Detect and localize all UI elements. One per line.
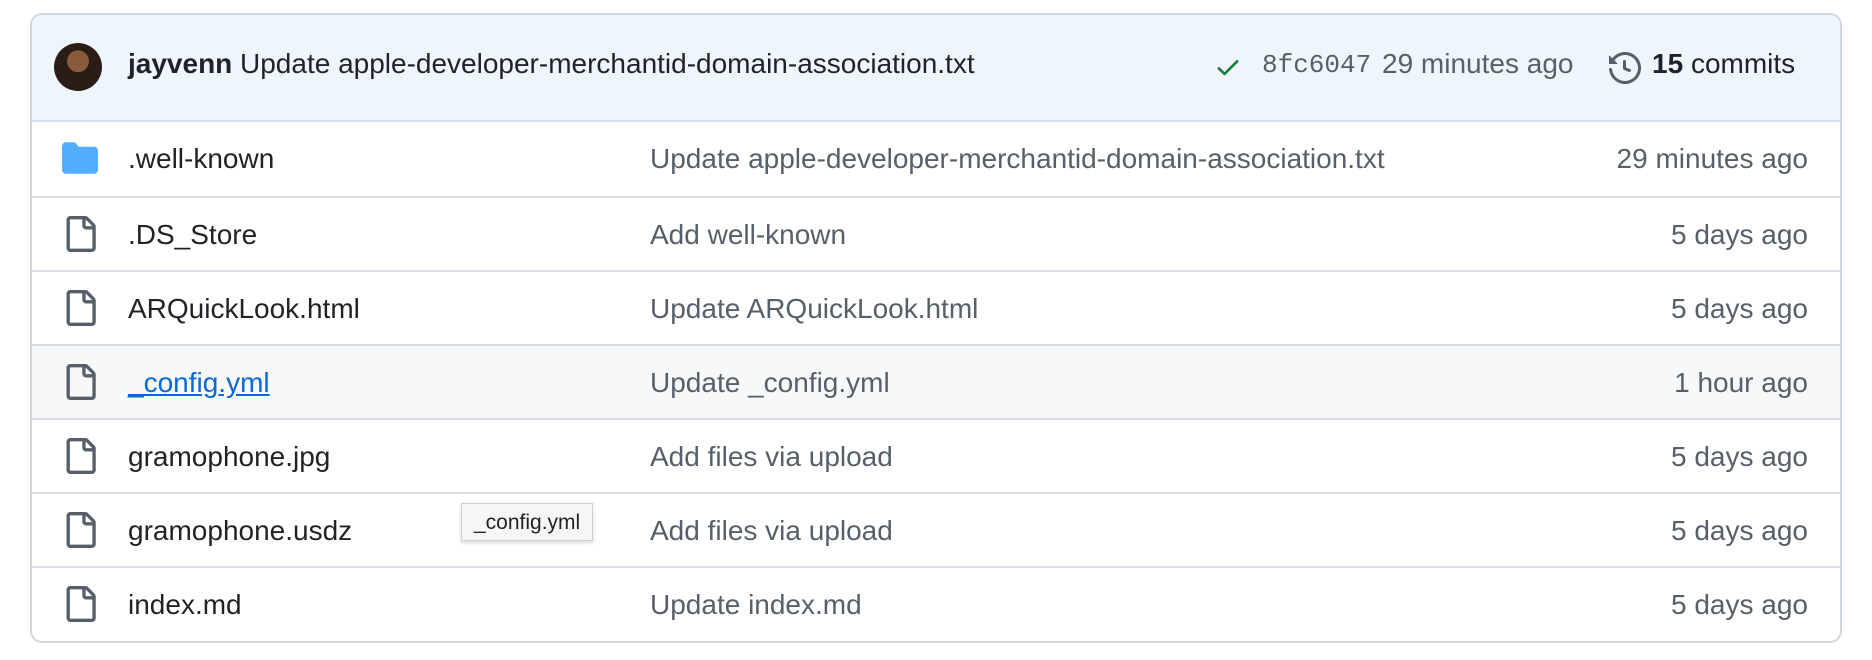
file-icon <box>66 290 96 326</box>
file-browser: jayvenn Update apple-developer-merchanti… <box>30 13 1842 643</box>
file-commit-message[interactable]: Update _config.yml <box>650 367 890 399</box>
file-name[interactable]: ARQuickLook.html <box>128 293 360 325</box>
file-row[interactable]: .DS_Store Add well-known 5 days ago <box>32 196 1840 270</box>
file-icon <box>66 438 96 474</box>
file-name[interactable]: .well-known <box>128 143 274 175</box>
file-name[interactable]: _config.yml <box>128 367 270 399</box>
file-commit-age: 1 hour ago <box>1674 367 1808 398</box>
author-avatar[interactable] <box>54 43 102 91</box>
file-commit-age: 5 days ago <box>1671 219 1808 250</box>
latest-commit-bar: jayvenn Update apple-developer-merchanti… <box>32 15 1840 122</box>
file-commit-age: 5 days ago <box>1671 293 1808 324</box>
commits-link[interactable]: 15 commits <box>1652 48 1795 80</box>
commit-sha[interactable]: 8fc6047 <box>1262 50 1371 80</box>
file-commit-message[interactable]: Update apple-developer-merchantid-domain… <box>650 143 1385 175</box>
file-icon <box>66 364 96 400</box>
file-commit-message[interactable]: Update index.md <box>650 589 862 621</box>
commits-label: commits <box>1690 48 1796 79</box>
history-icon[interactable] <box>1609 52 1641 84</box>
file-commit-age: 5 days ago <box>1671 515 1808 546</box>
file-name[interactable]: .DS_Store <box>128 219 257 251</box>
file-list: .well-known Update apple-developer-merch… <box>32 122 1840 640</box>
file-commit-message[interactable]: Add well-known <box>650 219 846 251</box>
file-commit-age: 29 minutes ago <box>1616 143 1808 174</box>
latest-commit-message[interactable]: Update apple-developer-merchantid-domain… <box>240 48 975 80</box>
folder-icon <box>62 142 98 174</box>
file-commit-message[interactable]: Update ARQuickLook.html <box>650 293 978 325</box>
file-commit-age: 5 days ago <box>1671 441 1808 472</box>
file-name[interactable]: gramophone.jpg <box>128 441 330 473</box>
file-name[interactable]: gramophone.usdz <box>128 515 352 547</box>
file-commit-message[interactable]: Add files via upload <box>650 441 893 473</box>
file-commit-message[interactable]: Add files via upload <box>650 515 893 547</box>
file-row[interactable]: gramophone.usdz Add files via upload 5 d… <box>32 492 1840 566</box>
file-row[interactable]: gramophone.jpg Add files via upload 5 da… <box>32 418 1840 492</box>
file-row[interactable]: ARQuickLook.html Update ARQuickLook.html… <box>32 270 1840 344</box>
commit-time: 29 minutes ago <box>1382 48 1574 79</box>
file-row[interactable]: index.md Update index.md 5 days ago <box>32 566 1840 640</box>
file-icon <box>66 512 96 548</box>
file-name[interactable]: index.md <box>128 589 242 621</box>
filename-tooltip: _config.yml <box>461 503 594 541</box>
file-icon <box>66 586 96 622</box>
file-row[interactable]: .well-known Update apple-developer-merch… <box>32 122 1840 196</box>
check-icon[interactable] <box>1214 53 1242 81</box>
commit-count: 15 <box>1652 48 1684 79</box>
file-commit-age: 5 days ago <box>1671 589 1808 620</box>
file-icon <box>66 216 96 252</box>
commit-author[interactable]: jayvenn <box>128 48 232 80</box>
file-row[interactable]: _config.yml Update _config.yml 1 hour ag… <box>32 344 1840 418</box>
